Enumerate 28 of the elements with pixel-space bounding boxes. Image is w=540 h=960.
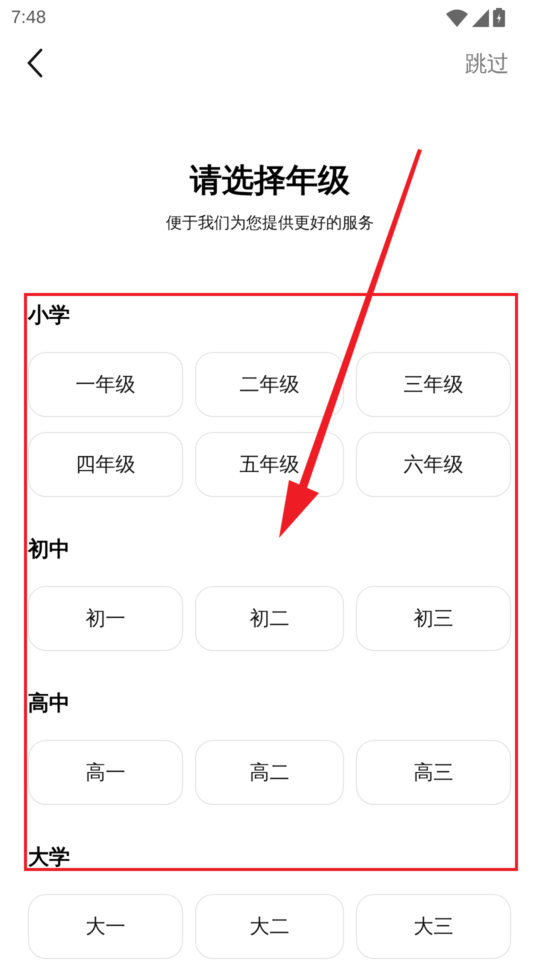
status-time: 7:48 <box>11 6 46 29</box>
skip-button[interactable]: 跳过 <box>465 46 509 80</box>
grade-option[interactable]: 五年级 <box>195 432 344 497</box>
back-icon <box>26 48 44 78</box>
grade-option[interactable]: 初三 <box>356 586 511 651</box>
grade-option[interactable]: 一年级 <box>28 352 183 417</box>
grade-option[interactable]: 大一 <box>28 894 183 959</box>
wifi-icon <box>446 8 468 26</box>
grade-option[interactable]: 初二 <box>195 586 344 651</box>
grade-option[interactable]: 高一 <box>28 740 183 805</box>
grade-option[interactable]: 二年级 <box>195 352 344 417</box>
signal-icon <box>472 8 489 26</box>
grade-option[interactable]: 高三 <box>356 740 511 805</box>
section-label: 小学 <box>28 305 71 327</box>
section-label: 初中 <box>28 539 71 561</box>
section-label: 大学 <box>28 847 71 869</box>
grade-option[interactable]: 三年级 <box>356 352 511 417</box>
page-title: 请选择年级 <box>188 161 351 200</box>
battery-icon <box>493 8 505 27</box>
grade-option[interactable]: 高二 <box>195 740 344 805</box>
grade-option[interactable]: 大二 <box>195 894 344 959</box>
grade-option[interactable]: 六年级 <box>356 432 511 497</box>
page-subtitle: 便于我们为您提供更好的服务 <box>165 214 375 234</box>
grade-option[interactable]: 初一 <box>28 586 183 651</box>
back-button[interactable] <box>26 48 44 78</box>
section-label: 高中 <box>28 693 71 715</box>
grade-option[interactable]: 大三 <box>356 894 511 959</box>
grade-option[interactable]: 四年级 <box>28 432 183 497</box>
